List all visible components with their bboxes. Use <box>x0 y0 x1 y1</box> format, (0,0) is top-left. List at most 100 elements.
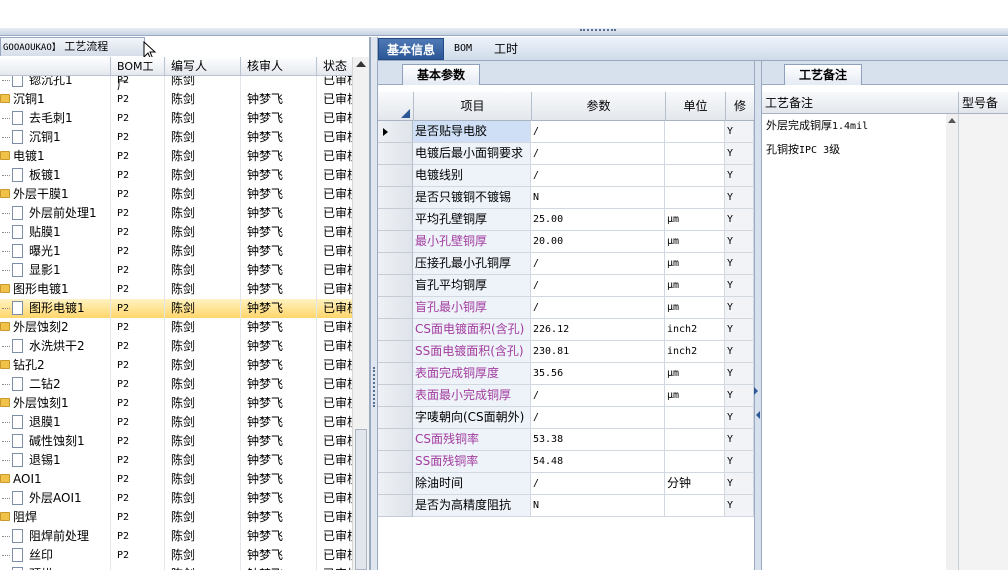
tree-row[interactable]: 板镀1 P2陈剑钟梦飞已审核 <box>0 166 352 185</box>
scroll-up-arrow-icon[interactable] <box>356 61 366 67</box>
row-header[interactable] <box>378 363 413 385</box>
param-cell-value[interactable]: / <box>531 143 665 165</box>
tree-scrollbar[interactable] <box>352 57 369 570</box>
tree-row[interactable]: 丝印 P2陈剑钟梦飞已审核 <box>0 546 352 565</box>
column-header-item[interactable]: 项目 <box>413 92 531 121</box>
param-row[interactable]: SS面残铜率 54.48 Y <box>378 451 754 473</box>
row-header[interactable] <box>378 231 413 253</box>
param-cell-flag[interactable]: Y <box>725 451 754 473</box>
tree-row[interactable]: 锪沉孔1 P2陈剑 已审核 <box>0 76 352 90</box>
param-cell-flag[interactable]: Y <box>725 165 754 187</box>
tree-row[interactable]: 显影1 P2陈剑钟梦飞已审核 <box>0 261 352 280</box>
note-line-1[interactable]: 外层完成铜厚1.4mil <box>766 117 868 133</box>
tab-bom[interactable]: BOM <box>446 38 480 60</box>
grid-corner[interactable] <box>378 92 413 121</box>
splitter-grip[interactable] <box>373 367 376 407</box>
param-cell-unit[interactable] <box>665 143 725 165</box>
param-row[interactable]: SS面电镀面积(含孔) 230.81 inch2 Y <box>378 341 754 363</box>
tree-row[interactable]: 退膜1 P2陈剑钟梦飞已审核 <box>0 413 352 432</box>
param-cell-value[interactable]: / <box>531 407 665 429</box>
param-cell-value[interactable]: 25.00 <box>531 209 665 231</box>
row-header[interactable] <box>378 473 413 495</box>
param-row[interactable]: 表面完成铜厚度 35.56 μm Y <box>378 363 754 385</box>
tree-row[interactable]: 去毛刺1 P2陈剑钟梦飞已审核 <box>0 109 352 128</box>
row-header[interactable] <box>378 187 413 209</box>
param-cell-flag[interactable]: Y <box>725 231 754 253</box>
param-cell-value[interactable]: N <box>531 495 665 517</box>
column-header-value[interactable]: 参数 <box>531 92 665 121</box>
tree-row[interactable]: 外层前处理1 P2陈剑钟梦飞已审核 <box>0 204 352 223</box>
param-cell-flag[interactable]: Y <box>725 341 754 363</box>
param-cell-value[interactable]: 226.12 <box>531 319 665 341</box>
param-cell-unit[interactable]: μm <box>665 209 725 231</box>
param-row[interactable]: 是否只镀铜不镀锡 N Y <box>378 187 754 209</box>
param-cell-unit[interactable] <box>665 451 725 473</box>
param-cell-flag[interactable]: Y <box>725 495 754 517</box>
param-cell-value[interactable]: 20.00 <box>531 231 665 253</box>
param-row[interactable]: 电镀线别 / Y <box>378 165 754 187</box>
param-row[interactable]: 盲孔平均铜厚 / μm Y <box>378 275 754 297</box>
param-cell-unit[interactable] <box>665 407 725 429</box>
tree-row[interactable]: 碱性蚀刻1 P2陈剑钟梦飞已审核 <box>0 432 352 451</box>
param-cell-flag[interactable]: Y <box>725 407 754 429</box>
param-cell-unit[interactable] <box>665 121 725 143</box>
tree-row[interactable]: 电镀1 P2陈剑钟梦飞已审核 <box>0 147 352 166</box>
param-row[interactable]: 压接孔最小孔铜厚 / μm Y <box>378 253 754 275</box>
tree-row[interactable]: 外层蚀刻1 P2陈剑钟梦飞已审核 <box>0 394 352 413</box>
column-header-process-notes[interactable]: 工艺备注 <box>762 92 958 114</box>
param-cell-unit[interactable] <box>665 165 725 187</box>
param-cell-value[interactable]: / <box>531 385 665 407</box>
param-cell-flag[interactable]: Y <box>725 429 754 451</box>
tree-row[interactable]: 图形电镀1 P2陈剑钟梦飞已审核 <box>0 280 352 299</box>
param-cell-flag[interactable]: Y <box>725 253 754 275</box>
param-cell-flag[interactable]: Y <box>725 363 754 385</box>
row-header[interactable] <box>378 209 413 231</box>
param-cell-flag[interactable]: Y <box>725 187 754 209</box>
param-cell-value[interactable]: N <box>531 187 665 209</box>
param-row[interactable]: 盲孔最小铜厚 / μm Y <box>378 297 754 319</box>
collapse-arrow-icon[interactable] <box>754 387 758 395</box>
param-cell-unit[interactable]: μm <box>665 297 725 319</box>
row-header[interactable] <box>378 297 413 319</box>
param-cell-unit[interactable] <box>665 429 725 451</box>
column-header-status[interactable]: 状态 <box>316 57 356 76</box>
param-cell-flag[interactable]: Y <box>725 385 754 407</box>
row-header[interactable] <box>378 385 413 407</box>
param-cell-flag[interactable]: Y <box>725 121 754 143</box>
param-cell-unit[interactable]: μm <box>665 275 725 297</box>
row-header[interactable] <box>378 407 413 429</box>
row-header[interactable] <box>378 341 413 363</box>
tab-work-hours[interactable]: 工时 <box>486 38 526 60</box>
row-header[interactable] <box>378 451 413 473</box>
row-header[interactable] <box>378 143 413 165</box>
tree-row[interactable]: 外层干膜1 P2陈剑钟梦飞已审核 <box>0 185 352 204</box>
tree-row[interactable]: 贴膜1 P2陈剑钟梦飞已审核 <box>0 223 352 242</box>
param-row[interactable]: 是否贴导电胶 / Y <box>378 121 754 143</box>
tree-row[interactable]: 图形电镀1 P2陈剑钟梦飞已审核 <box>0 299 352 318</box>
row-header[interactable] <box>378 275 413 297</box>
param-cell-flag[interactable]: Y <box>725 143 754 165</box>
tree-row[interactable]: 钻孔2 P2陈剑钟梦飞已审核 <box>0 356 352 375</box>
splitter-arrow-icon[interactable] <box>756 411 760 419</box>
notes-scrollbar[interactable] <box>946 114 958 570</box>
param-cell-value[interactable]: / <box>531 275 665 297</box>
column-header-model-notes[interactable]: 型号备注 <box>958 92 1008 132</box>
tree-row[interactable]: 沉铜1 P2陈剑钟梦飞已审核 <box>0 90 352 109</box>
row-header[interactable] <box>378 429 413 451</box>
param-cell-value[interactable]: 230.81 <box>531 341 665 363</box>
row-header[interactable] <box>378 121 413 143</box>
model-notes-cell[interactable] <box>958 114 1008 570</box>
param-row[interactable]: CS面残铜率 53.38 Y <box>378 429 754 451</box>
tree-row[interactable]: 水洗烘干2 P2陈剑钟梦飞已审核 <box>0 337 352 356</box>
param-cell-value[interactable]: / <box>531 121 665 143</box>
param-cell-value[interactable]: / <box>531 165 665 187</box>
param-cell-flag[interactable]: Y <box>725 297 754 319</box>
param-cell-unit[interactable]: inch2 <box>665 341 725 363</box>
tree-row[interactable]: 二钻2 P2陈剑钟梦飞已审核 <box>0 375 352 394</box>
note-line-2[interactable]: 孔铜按IPC 3级 <box>766 141 840 157</box>
param-cell-unit[interactable]: μm <box>665 363 725 385</box>
tree-row[interactable]: 退锡1 P2陈剑钟梦飞已审核 <box>0 451 352 470</box>
column-header-reviewer[interactable]: 核审人 <box>240 57 316 76</box>
scrollbar-thumb[interactable] <box>355 429 367 570</box>
tree-row[interactable]: 曝光1 P2陈剑钟梦飞已审核 <box>0 242 352 261</box>
